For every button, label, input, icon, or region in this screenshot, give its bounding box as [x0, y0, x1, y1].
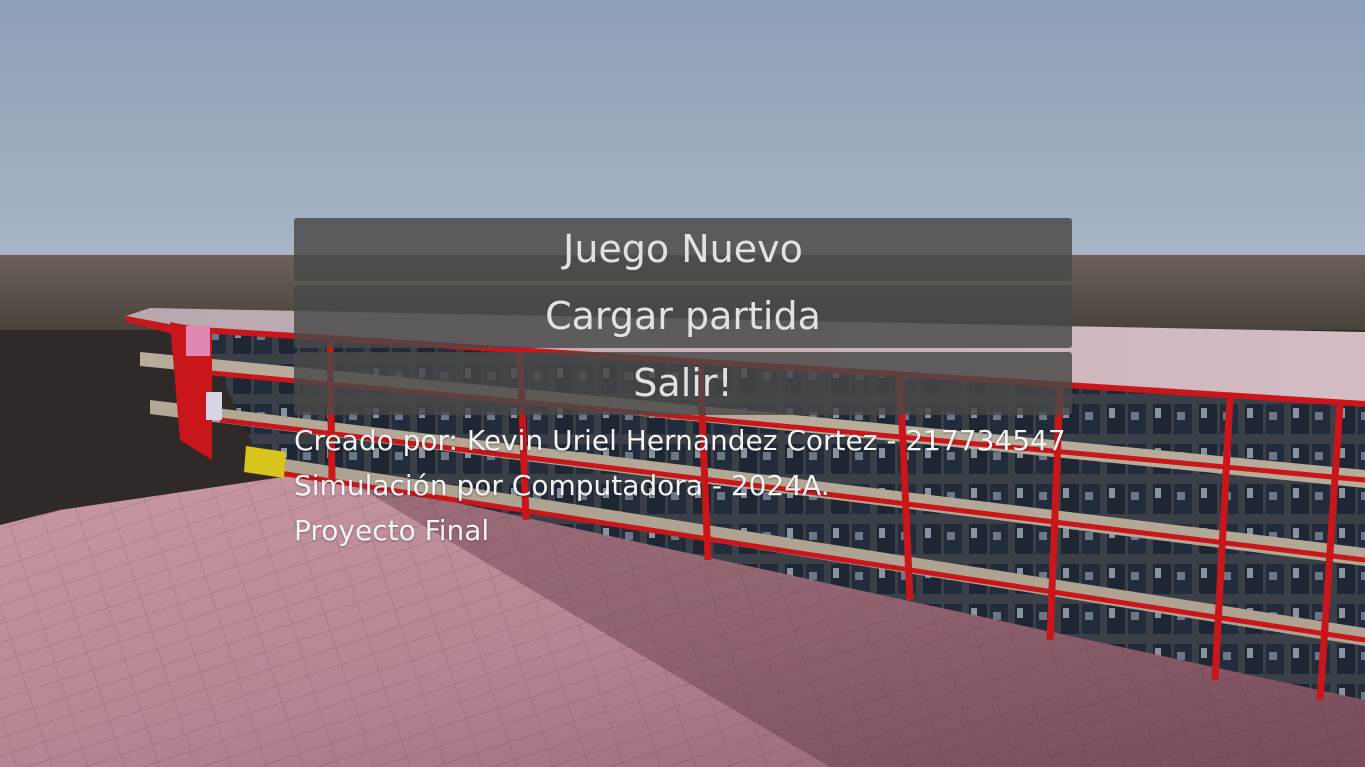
course-credit: Simulación por Computadora - 2024A.: [294, 469, 830, 502]
load-game-button[interactable]: Cargar partida: [294, 285, 1072, 348]
new-game-button[interactable]: Juego Nuevo: [294, 218, 1072, 281]
project-credit: Proyecto Final: [294, 514, 490, 547]
author-credit: Creado por: Kevin Uriel Hernandez Cortez…: [294, 424, 1066, 457]
exit-button[interactable]: Salir!: [294, 352, 1072, 415]
credits-block: Creado por: Kevin Uriel Hernandez Cortez…: [294, 418, 1094, 553]
main-menu: Juego Nuevo Cargar partida Salir!: [294, 218, 1072, 419]
